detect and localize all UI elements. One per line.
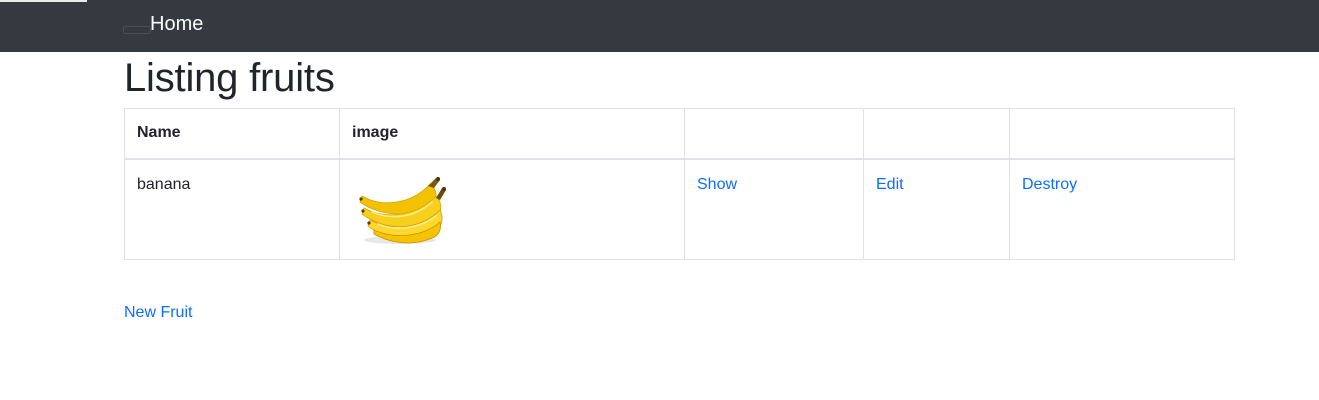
column-header-show xyxy=(684,108,864,160)
navbar: Home xyxy=(0,0,1319,52)
destroy-link[interactable]: Destroy xyxy=(1022,176,1077,193)
top-strip-divider xyxy=(0,0,87,2)
fruits-table: Name image banana Show Edit Destroy xyxy=(124,108,1235,260)
edit-cell: Edit xyxy=(863,158,1010,260)
show-cell: Show xyxy=(684,158,864,260)
show-link[interactable]: Show xyxy=(697,176,737,193)
fruit-name-cell: banana xyxy=(124,158,340,260)
table-row: banana Show Edit Destroy xyxy=(124,158,1235,260)
page-title: Listing fruits xyxy=(124,56,335,100)
column-header-image: image xyxy=(339,108,685,160)
table-header-row: Name image xyxy=(124,108,1235,160)
edit-link[interactable]: Edit xyxy=(876,176,904,193)
new-fruit-link[interactable]: New Fruit xyxy=(124,304,192,322)
column-header-edit xyxy=(863,108,1010,160)
destroy-cell: Destroy xyxy=(1009,158,1235,260)
column-header-name: Name xyxy=(124,108,340,160)
navbar-toggler-button[interactable] xyxy=(123,26,151,34)
main-container: Listing fruits Name image banana Show Ed… xyxy=(124,52,1235,321)
home-link[interactable]: Home xyxy=(150,12,203,36)
banana-image xyxy=(359,176,446,244)
fruit-image-cell xyxy=(339,158,685,260)
column-header-destroy xyxy=(1009,108,1235,160)
